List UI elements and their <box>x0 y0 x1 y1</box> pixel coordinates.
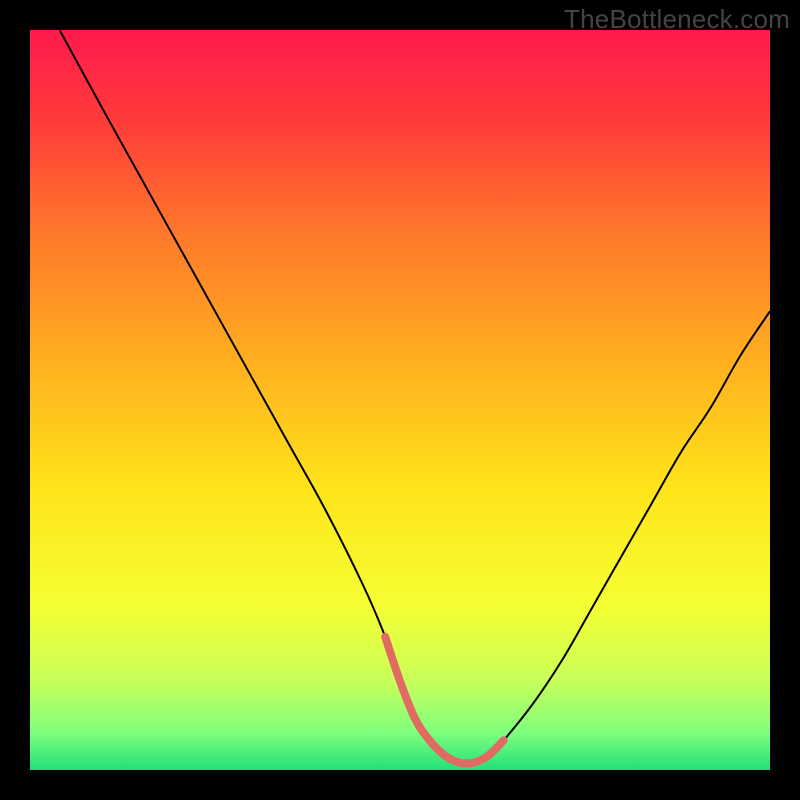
chart-svg <box>30 30 770 770</box>
gradient-background <box>30 30 770 770</box>
chart-frame: TheBottleneck.com <box>0 0 800 800</box>
plot-area <box>30 30 770 770</box>
